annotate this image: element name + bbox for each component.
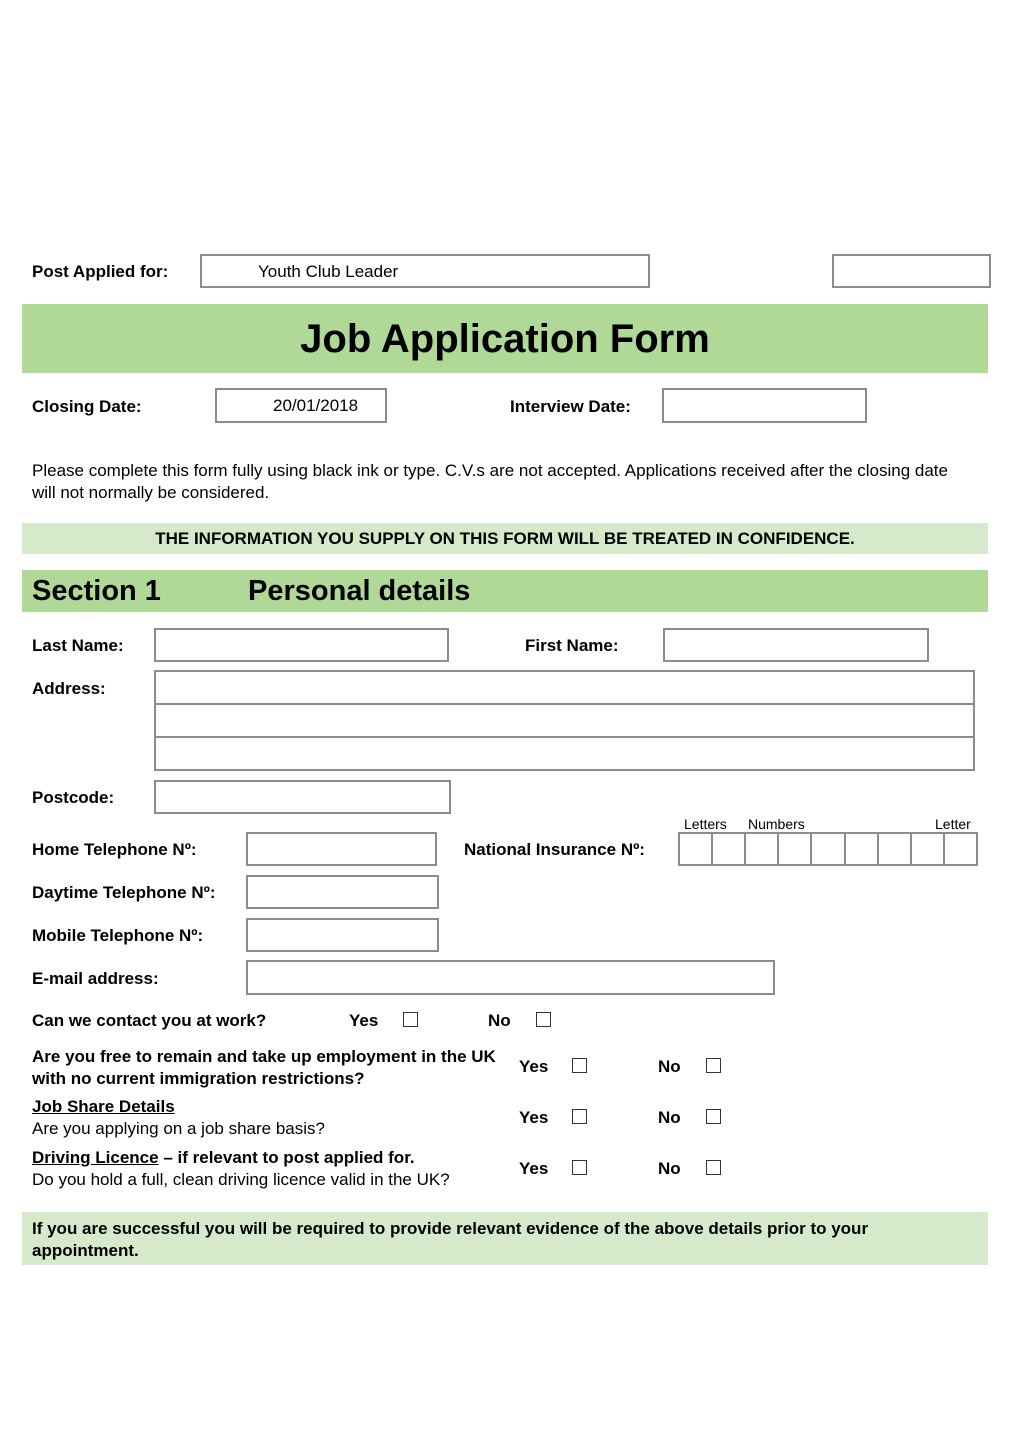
page-title: Job Application Form bbox=[300, 317, 710, 361]
closing-date-field[interactable]: 20/01/2018 bbox=[215, 388, 387, 423]
mobile-tel-field[interactable] bbox=[246, 918, 439, 952]
driving-licence-heading: Driving Licence bbox=[32, 1148, 159, 1167]
section1-band: Section 1 Personal details bbox=[22, 570, 988, 612]
address-line-3[interactable] bbox=[154, 736, 975, 771]
first-name-label: First Name: bbox=[525, 636, 619, 655]
postcode-label: Postcode: bbox=[32, 788, 115, 807]
section-title: Personal details bbox=[248, 575, 471, 607]
home-tel-field[interactable] bbox=[246, 832, 437, 866]
immigration-yes-label: Yes bbox=[519, 1057, 549, 1076]
immigration-yes-checkbox[interactable] bbox=[572, 1058, 587, 1073]
driving-licence-no-checkbox[interactable] bbox=[706, 1160, 721, 1175]
driving-licence-no-label: No bbox=[658, 1159, 681, 1178]
post-applied-label: Post Applied for: bbox=[32, 262, 169, 281]
job-share-no-checkbox[interactable] bbox=[706, 1109, 721, 1124]
job-share-no-label: No bbox=[658, 1108, 681, 1127]
driving-licence-yes-checkbox[interactable] bbox=[572, 1160, 587, 1175]
home-tel-label: Home Telephone Nº: bbox=[32, 840, 197, 859]
contact-at-work-yes-checkbox[interactable] bbox=[403, 1012, 418, 1027]
ni-number-cell[interactable] bbox=[744, 832, 780, 866]
confidence-notice: THE INFORMATION YOU SUPPLY ON THIS FORM … bbox=[155, 529, 855, 548]
postcode-field[interactable] bbox=[154, 780, 451, 814]
ni-hint-numbers: Numbers bbox=[748, 816, 805, 832]
driving-licence-heading-row: Driving Licence – if relevant to post ap… bbox=[32, 1148, 415, 1168]
interview-date-field[interactable] bbox=[662, 388, 867, 423]
contact-at-work-no-label: No bbox=[488, 1011, 511, 1030]
instructions-text: Please complete this form fully using bl… bbox=[32, 461, 948, 502]
closing-date-value: 20/01/2018 bbox=[273, 396, 359, 415]
interview-date-label: Interview Date: bbox=[510, 397, 631, 416]
ni-number-cell[interactable] bbox=[876, 832, 912, 866]
driving-licence-heading-suffix: – if relevant to post applied for. bbox=[158, 1148, 415, 1167]
contact-at-work-yes-label: Yes bbox=[349, 1011, 379, 1030]
ni-number-cell[interactable] bbox=[843, 832, 879, 866]
first-name-field[interactable] bbox=[663, 628, 929, 662]
job-share-yes-label: Yes bbox=[519, 1108, 549, 1127]
ni-hint-letter: Letter bbox=[935, 816, 971, 832]
daytime-tel-field[interactable] bbox=[246, 875, 439, 909]
address-line-1[interactable] bbox=[154, 670, 975, 705]
ni-hint-letters: Letters bbox=[684, 816, 727, 832]
address-label: Address: bbox=[32, 679, 106, 698]
immigration-no-label: No bbox=[658, 1057, 681, 1076]
ni-number-cell[interactable] bbox=[678, 832, 714, 866]
reference-field[interactable] bbox=[832, 254, 991, 288]
evidence-notice-band: If you are successful you will be requir… bbox=[22, 1212, 988, 1265]
title-band: Job Application Form bbox=[22, 304, 988, 373]
job-share-yes-checkbox[interactable] bbox=[572, 1109, 587, 1124]
confidence-notice-band: THE INFORMATION YOU SUPPLY ON THIS FORM … bbox=[22, 523, 988, 554]
section-number: Section 1 bbox=[32, 575, 161, 607]
post-applied-value: Youth Club Leader bbox=[258, 262, 399, 281]
job-share-question: Are you applying on a job share basis? bbox=[32, 1119, 325, 1138]
ni-number-cell[interactable] bbox=[777, 832, 813, 866]
ni-number-cell[interactable] bbox=[711, 832, 747, 866]
driving-licence-yes-label: Yes bbox=[519, 1159, 549, 1178]
ni-number-cells bbox=[678, 832, 978, 866]
last-name-label: Last Name: bbox=[32, 636, 124, 655]
ni-number-cell[interactable] bbox=[909, 832, 945, 866]
contact-at-work-no-checkbox[interactable] bbox=[536, 1012, 551, 1027]
driving-licence-question: Do you hold a full, clean driving licenc… bbox=[32, 1170, 450, 1189]
evidence-notice: If you are successful you will be requir… bbox=[32, 1219, 869, 1260]
address-line-2[interactable] bbox=[154, 703, 975, 738]
email-field[interactable] bbox=[246, 960, 775, 995]
job-share-heading: Job Share Details bbox=[32, 1097, 175, 1116]
ni-number-cell[interactable] bbox=[810, 832, 846, 866]
ni-number-cell[interactable] bbox=[942, 832, 978, 866]
closing-date-label: Closing Date: bbox=[32, 397, 142, 416]
ni-number-label: National Insurance Nº: bbox=[464, 840, 645, 859]
daytime-tel-label: Daytime Telephone Nº: bbox=[32, 883, 216, 902]
immigration-no-checkbox[interactable] bbox=[706, 1058, 721, 1073]
last-name-field[interactable] bbox=[154, 628, 449, 662]
email-label: E-mail address: bbox=[32, 969, 159, 988]
contact-at-work-question: Can we contact you at work? bbox=[32, 1011, 267, 1030]
mobile-tel-label: Mobile Telephone Nº: bbox=[32, 926, 204, 945]
immigration-question: Are you free to remain and take up emplo… bbox=[32, 1047, 496, 1088]
post-applied-field[interactable]: Youth Club Leader bbox=[200, 254, 650, 288]
